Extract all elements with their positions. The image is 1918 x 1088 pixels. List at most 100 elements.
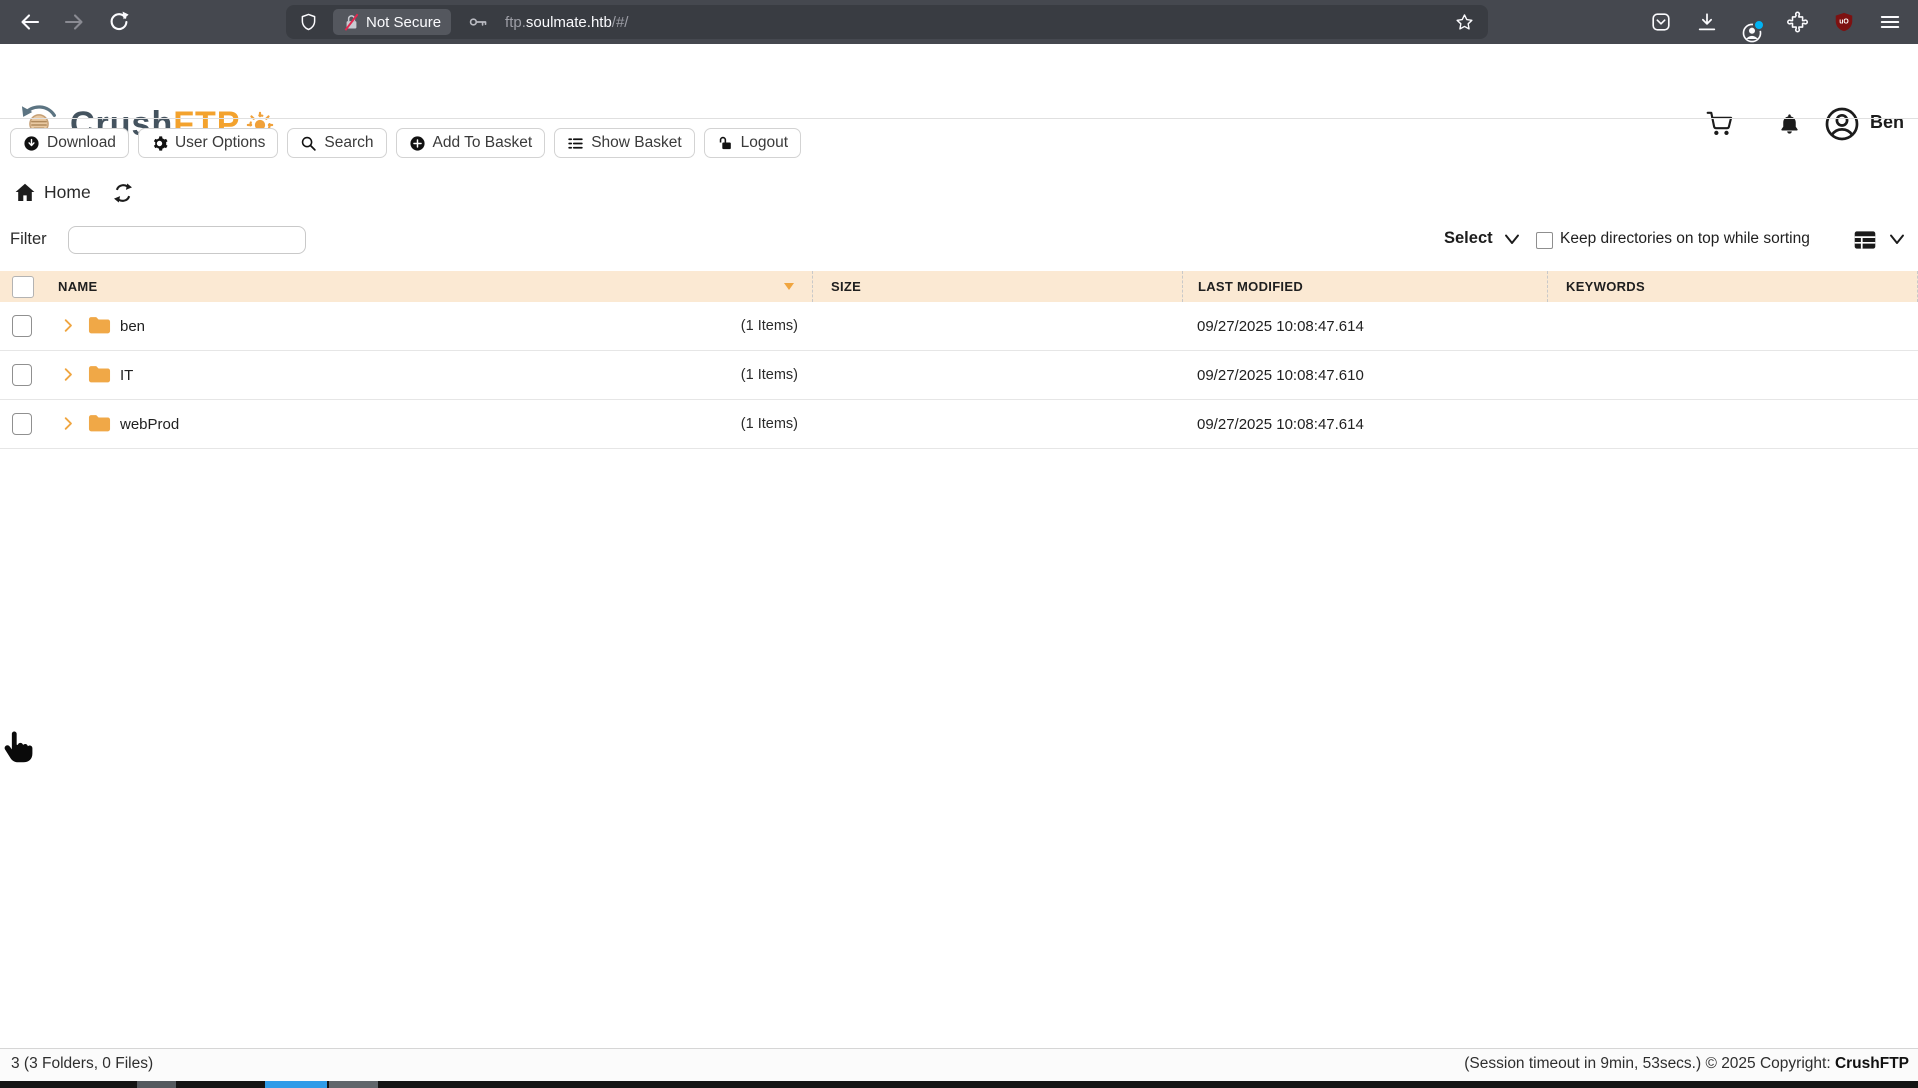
username[interactable]: Ben (1870, 112, 1904, 133)
ublock-icon[interactable]: uO (1833, 11, 1855, 33)
circle-plus-icon (409, 135, 426, 152)
filter-input[interactable] (68, 226, 306, 254)
key-icon (467, 11, 489, 33)
url-domain: soulmate.htb (526, 14, 612, 31)
row-checkbox[interactable] (12, 413, 32, 435)
unlock-icon (717, 135, 734, 152)
table-body: ben(1 Items)09/27/2025 10:08:47.614IT(1 … (0, 302, 1918, 449)
folder-name[interactable]: ben (120, 318, 145, 335)
breadcrumb: Home (0, 178, 1918, 210)
row-size-cell (812, 351, 1182, 399)
row-keywords (1547, 302, 1918, 350)
row-keywords (1547, 400, 1918, 448)
download-tray-icon[interactable] (1696, 11, 1718, 33)
chevron-down-icon[interactable] (1503, 233, 1521, 247)
gear-icon (151, 135, 168, 152)
copyright-brand: CrushFTP (1835, 1055, 1909, 1072)
chevron-right-icon[interactable] (60, 317, 77, 334)
column-name[interactable]: NAME (0, 271, 812, 302)
chevron-right-icon[interactable] (60, 415, 77, 432)
filter-label: Filter (10, 230, 47, 249)
row-size: (1 Items) (741, 318, 798, 334)
forward-icon[interactable] (62, 10, 86, 34)
add-to-basket-button[interactable]: Add To Basket (396, 128, 546, 158)
button-label: Show Basket (591, 134, 681, 152)
url-path: /#/ (612, 14, 629, 31)
url-bar[interactable]: Not Secure ftp.soulmate.htb/#/ (286, 5, 1488, 39)
folder-name[interactable]: IT (120, 367, 133, 384)
slashed-lock-icon (343, 13, 360, 31)
circle-down-icon (23, 135, 40, 152)
table-view-icon[interactable] (1852, 227, 1878, 253)
taskbar-window-button[interactable] (137, 1081, 176, 1088)
action-toolbar: Download User Options Search Add To Bask… (10, 128, 801, 158)
table-row[interactable]: IT (1 Items) 09/27/2025 10:08:47.610 (0, 351, 1918, 400)
row-modified: 09/27/2025 10:08:47.610 (1182, 351, 1547, 399)
breadcrumb-home[interactable]: Home (44, 182, 91, 203)
taskbar (0, 1081, 1918, 1088)
column-label: KEYWORDS (1566, 279, 1645, 294)
cart-icon[interactable] (1706, 110, 1733, 137)
url-subdomain: ftp. (505, 14, 526, 31)
row-size-cell (812, 302, 1182, 350)
shield-icon[interactable] (298, 12, 319, 33)
sort-desc-icon (784, 283, 794, 290)
row-size-cell (812, 400, 1182, 448)
row-size: (1 Items) (741, 367, 798, 383)
extensions-icon[interactable] (1787, 11, 1809, 33)
not-secure-badge[interactable]: Not Secure (333, 9, 451, 35)
show-basket-button[interactable]: Show Basket (554, 128, 694, 158)
button-label: User Options (175, 134, 265, 152)
hand-cursor (2, 729, 34, 767)
chevron-right-icon[interactable] (60, 366, 77, 383)
download-button[interactable]: Download (10, 128, 129, 158)
search-button[interactable]: Search (287, 128, 386, 158)
keep-directories-label[interactable]: Keep directories on top while sorting (1560, 230, 1810, 248)
reload-icon[interactable] (106, 10, 130, 34)
header-divider (0, 118, 1918, 119)
bell-icon[interactable] (1777, 112, 1802, 137)
row-checkbox[interactable] (12, 315, 32, 337)
folder-icon (88, 413, 111, 433)
column-label: NAME (58, 279, 97, 294)
select-dropdown[interactable]: Select (1444, 229, 1493, 248)
not-secure-label: Not Secure (366, 14, 441, 31)
account-icon[interactable] (1741, 22, 1763, 44)
svg-text:uO: uO (1839, 18, 1849, 25)
button-label: Logout (741, 134, 788, 152)
pocket-icon[interactable] (1650, 11, 1672, 33)
chevron-down-icon[interactable] (1888, 233, 1906, 247)
user-options-button[interactable]: User Options (138, 128, 278, 158)
session-info: (Session timeout in 9min, 53secs.) © 202… (1464, 1055, 1909, 1073)
list-icon (567, 135, 584, 152)
star-icon[interactable] (1454, 12, 1475, 33)
app-header: CrushFTP Ben (0, 44, 1918, 118)
column-last-modified[interactable]: LAST MODIFIED (1182, 271, 1547, 302)
back-icon[interactable] (18, 10, 42, 34)
status-bar: 3 (3 Folders, 0 Files) (Session timeout … (0, 1048, 1918, 1081)
screen: Not Secure ftp.soulmate.htb/#/ uO (0, 0, 1918, 1088)
taskbar-window-button[interactable] (329, 1081, 378, 1088)
user-circle-icon[interactable] (1824, 106, 1860, 142)
notification-dot (1753, 19, 1765, 31)
refresh-icon[interactable] (112, 182, 134, 204)
column-label: SIZE (831, 279, 861, 294)
button-label: Search (324, 134, 373, 152)
row-keywords (1547, 351, 1918, 399)
taskbar-active-window-button[interactable] (265, 1081, 327, 1088)
filter-bar: Filter Select Keep directories on top wh… (0, 224, 1918, 260)
column-keywords[interactable]: KEYWORDS (1547, 271, 1918, 302)
home-icon[interactable] (13, 181, 37, 205)
column-size[interactable]: SIZE (812, 271, 1182, 302)
keep-directories-checkbox[interactable] (1536, 232, 1553, 249)
menu-icon[interactable] (1879, 11, 1901, 33)
row-checkbox[interactable] (12, 364, 32, 386)
folder-icon (88, 364, 111, 384)
logout-button[interactable]: Logout (704, 128, 801, 158)
select-all-checkbox[interactable] (12, 276, 34, 298)
folder-summary: 3 (3 Folders, 0 Files) (11, 1055, 153, 1073)
table-row[interactable]: ben(1 Items)09/27/2025 10:08:47.614 (0, 302, 1918, 351)
table-row[interactable]: webProd(1 Items)09/27/2025 10:08:47.614 (0, 400, 1918, 449)
folder-name[interactable]: webProd (120, 416, 179, 433)
button-label: Download (47, 134, 116, 152)
